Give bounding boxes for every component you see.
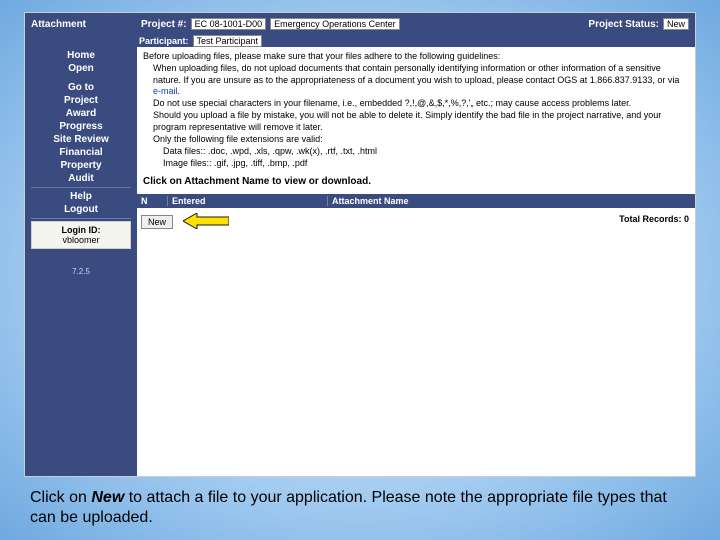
guideline-intro: Before uploading files, please make sure… — [143, 51, 689, 62]
caption-emphasis: New — [91, 489, 124, 506]
col-n: N — [137, 196, 167, 206]
participant-row: Participant: Test Participant — [25, 35, 695, 47]
guideline-callout: Click on Attachment Name to view or down… — [143, 176, 689, 189]
content-area: Before uploading files, please make sure… — [137, 47, 695, 476]
guidelines: Before uploading files, please make sure… — [137, 47, 695, 194]
guideline-1: When uploading files, do not upload docu… — [143, 63, 689, 97]
guideline-6: Image files:: .gif, .jpg, .tiff, .bmp, .… — [143, 158, 689, 169]
sidebar-item-audit[interactable]: Audit — [25, 172, 137, 185]
project-info: Project #: EC 08-1001-D00 Emergency Oper… — [141, 18, 400, 30]
sidebar: Home Open Go to Project Award Progress S… — [25, 47, 137, 476]
login-label: Login ID: — [34, 225, 129, 235]
sidebar-item-property[interactable]: Property — [25, 159, 137, 172]
sidebar-item-award[interactable]: Award — [25, 107, 137, 120]
version-label: 7.2.5 — [72, 267, 90, 276]
project-status: Project Status: New — [588, 18, 695, 30]
page-title: Attachment — [27, 19, 137, 30]
total-records: Total Records: 0 — [619, 214, 689, 224]
guideline-2: Do not use special characters in your fi… — [143, 98, 689, 109]
app-window: Attachment Project #: EC 08-1001-D00 Eme… — [24, 12, 696, 477]
table-body: New Total Records: 0 — [137, 208, 695, 476]
guideline-4: Only the following file extensions are v… — [143, 134, 689, 145]
sidebar-item-project[interactable]: Project — [25, 94, 137, 107]
email-link[interactable]: e-mail — [153, 86, 178, 96]
sidebar-item-open[interactable]: Open — [25, 62, 137, 75]
col-entered: Entered — [167, 196, 327, 206]
guideline-5: Data files:: .doc, .wpd, .xls, .qpw, .wk… — [143, 146, 689, 157]
slide-caption: Click on New to attach a file to your ap… — [30, 488, 690, 528]
sidebar-item-progress[interactable]: Progress — [25, 120, 137, 133]
table-header: N Entered Attachment Name — [137, 194, 695, 208]
header-bar: Attachment Project #: EC 08-1001-D00 Eme… — [25, 13, 695, 35]
project-number-label: Project #: — [141, 19, 187, 30]
table-action-row: New — [137, 208, 695, 236]
participant-label: Participant: — [139, 36, 189, 46]
project-number-value: EC 08-1001-D00 — [191, 18, 267, 30]
guideline-3: Should you upload a file by mistake, you… — [143, 110, 689, 133]
participant-value: Test Participant — [193, 35, 263, 47]
col-attachment-name: Attachment Name — [327, 196, 695, 206]
sidebar-item-logout[interactable]: Logout — [25, 203, 137, 216]
status-label: Project Status: — [588, 19, 659, 30]
status-value: New — [663, 18, 689, 30]
login-value: vbloomer — [34, 235, 129, 245]
login-block: Login ID: vbloomer — [31, 221, 132, 249]
project-name-value: Emergency Operations Center — [270, 18, 400, 30]
sidebar-item-help[interactable]: Help — [25, 190, 137, 203]
new-button[interactable]: New — [141, 215, 173, 229]
sidebar-item-sitereview[interactable]: Site Review — [25, 133, 137, 146]
sidebar-item-goto[interactable]: Go to — [25, 81, 137, 94]
main-area: Home Open Go to Project Award Progress S… — [25, 47, 695, 476]
sidebar-item-financial[interactable]: Financial — [25, 146, 137, 159]
sidebar-item-home[interactable]: Home — [25, 49, 137, 62]
